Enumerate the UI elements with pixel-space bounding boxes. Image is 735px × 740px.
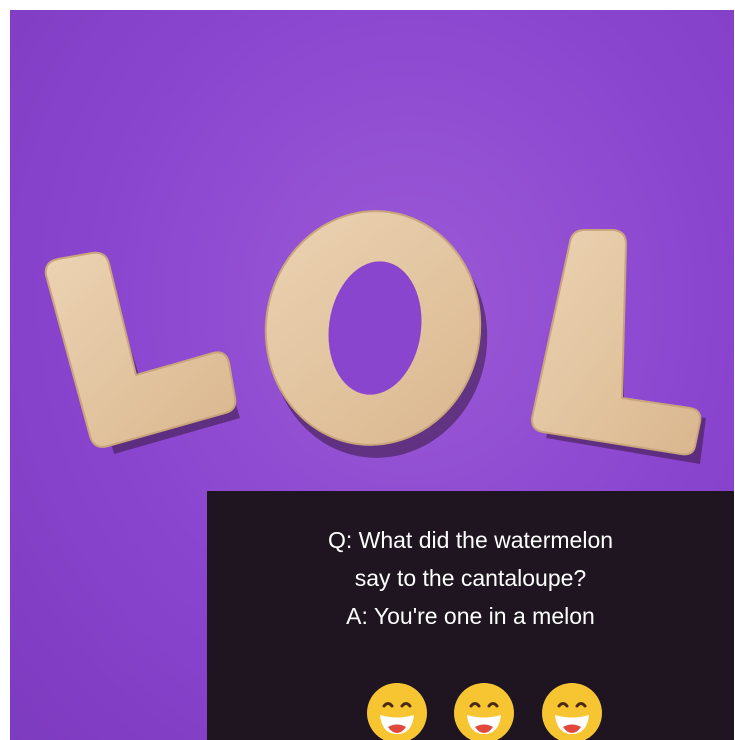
grinning-face-icon <box>367 683 427 740</box>
joke-question-line-2: say to the cantaloupe? <box>354 565 587 591</box>
letter-l-left <box>44 251 237 448</box>
joke-question-line: Q: What did the watermelon <box>327 527 614 553</box>
joke-caption-box: Q: What did the watermelon say to the ca… <box>207 491 734 740</box>
grinning-face-icon <box>454 683 514 740</box>
grinning-face-icon <box>542 683 602 740</box>
joke-answer-line: A: You're one in a melon <box>346 603 595 629</box>
letter-o <box>264 210 482 446</box>
letter-l-right <box>530 229 702 456</box>
meme-image: Q: What did the watermelon say to the ca… <box>10 10 734 740</box>
